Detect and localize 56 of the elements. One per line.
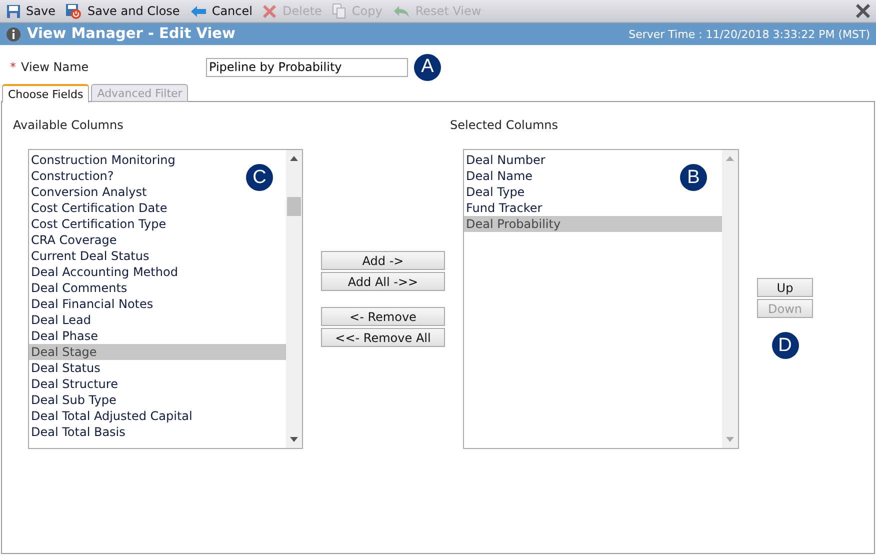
list-item[interactable]: Deal Lead [29, 312, 91, 328]
scrollbar-thumb[interactable] [287, 197, 301, 216]
toolbar-button[interactable]: Cancel [190, 4, 252, 18]
list-item[interactable]: Current Deal Status [29, 248, 150, 264]
list-item[interactable]: Deal Accounting Method [29, 264, 178, 280]
callout-badge: A [414, 54, 441, 80]
list-item[interactable]: Deal Name [464, 168, 533, 184]
list-item[interactable]: Deal Financial Notes [29, 296, 154, 312]
list-item[interactable]: Deal Number [464, 152, 546, 168]
close-button[interactable] [856, 4, 870, 18]
list-item[interactable]: Deal Total Basis [29, 424, 126, 440]
scroll-up-icon[interactable] [290, 156, 298, 161]
list-item[interactable]: Construction Monitoring [29, 152, 176, 168]
transfer-button[interactable]: <- Remove [321, 307, 445, 326]
list-item[interactable]: Deal Probability [464, 216, 722, 232]
callout-badge: C [246, 164, 273, 191]
list-item[interactable]: Deal Phase [29, 328, 98, 344]
list-item[interactable]: Fund Tracker [464, 200, 542, 216]
list-item[interactable]: Deal Structure [29, 376, 118, 392]
list-label: Selected Columns [450, 118, 560, 132]
callout-badge: D [772, 332, 798, 359]
list-item[interactable]: Conversion Analyst [29, 184, 147, 200]
scrollbar[interactable] [286, 150, 302, 448]
page-title: View Manager - Edit View [27, 26, 236, 42]
required-mark: * [10, 60, 16, 74]
floppy-power-icon [65, 3, 82, 19]
callout-badge: B [680, 164, 707, 191]
order-button[interactable]: Up [757, 278, 813, 297]
toolbar-button[interactable]: Save and Close [65, 3, 180, 19]
list-item[interactable]: Cost Certification Type [29, 216, 166, 232]
list-item[interactable]: Construction? [29, 168, 114, 184]
list-item[interactable]: Deal Sub Type [29, 392, 116, 408]
list-item[interactable]: Deal Status [29, 360, 100, 376]
transfer-button[interactable]: Add All ->> [321, 272, 445, 291]
list-label: Available Columns [13, 118, 124, 132]
info-icon [6, 26, 21, 42]
x-mark-icon [262, 4, 278, 18]
selected-columns-list[interactable]: Deal Number Deal Name Deal Type Fund Tracker Deal Probability B [463, 149, 739, 449]
available-columns-list[interactable] [28, 149, 303, 449]
copy-icon [332, 3, 347, 19]
tab[interactable]: Choose Fields [2, 84, 90, 103]
server-time: Server Time : 11/20/2018 3:33:22 PM (MST) [628, 28, 870, 40]
list-item[interactable]: Deal Total Adjusted Capital [29, 408, 192, 424]
transfer-button[interactable]: Add -> [321, 251, 445, 270]
transfer-button[interactable]: <<- Remove All [321, 328, 445, 347]
field-label: View Name [21, 60, 90, 74]
view-name-field[interactable]: Pipeline by Probability [206, 58, 408, 76]
list-item[interactable]: CRA Coverage [29, 232, 117, 248]
list-item[interactable]: Cost Certification Date [29, 200, 168, 216]
scroll-down-icon[interactable] [290, 437, 298, 442]
list-item[interactable]: Deal Stage [29, 344, 286, 360]
toolbar-button[interactable]: Save [6, 4, 56, 18]
left-arrow-icon [190, 4, 207, 18]
list-item[interactable]: Deal Comments [29, 280, 128, 296]
list-item[interactable]: Deal Type [464, 184, 525, 200]
undo-arrow-icon [392, 4, 410, 18]
